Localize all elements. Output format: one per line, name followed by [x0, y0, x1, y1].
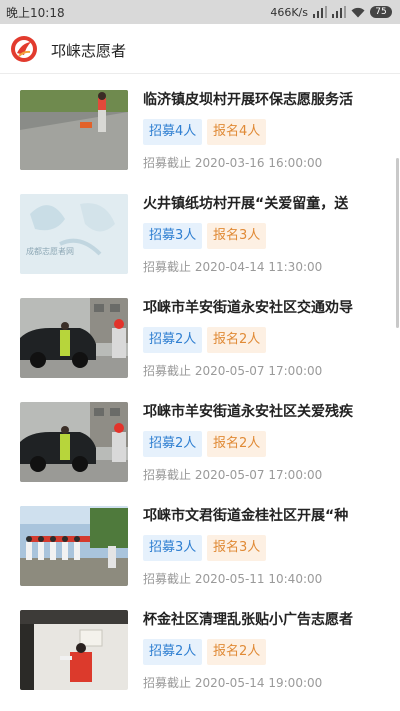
network-speed: 466K/s	[270, 5, 308, 19]
signup-badge: 报名2人	[207, 639, 267, 665]
activity-deadline: 招募截止 2020-05-07 17:00:00	[143, 468, 323, 482]
activity-thumbnail	[20, 298, 128, 378]
activity-title: 邛崃市文君街道金桂社区开展“种	[143, 508, 349, 524]
wifi-icon	[351, 7, 365, 17]
activity-deadline: 招募截止 2020-05-14 19:00:00	[143, 676, 323, 690]
activity-thumbnail	[20, 506, 128, 586]
activity-thumbnail	[20, 610, 128, 690]
signal-icon	[313, 6, 327, 18]
signup-badge: 报名3人	[207, 223, 267, 249]
activity-deadline: 招募截止 2020-05-11 10:40:00	[143, 572, 323, 586]
thumbnail-watermark: 成都志愿者网	[26, 247, 74, 256]
activity-title: 杯金社区清理乱张贴小广告志愿者	[143, 612, 353, 628]
recruit-badge: 招募3人	[143, 535, 203, 561]
activity-deadline: 招募截止 2020-03-16 16:00:00	[143, 156, 323, 170]
activity-thumbnail	[20, 90, 128, 170]
activity-title: 邛崃市羊安街道永安社区关爱残疾	[143, 404, 353, 420]
battery-icon: 75	[370, 6, 392, 18]
signup-badge: 报名2人	[207, 327, 267, 353]
activity-deadline: 招募截止 2020-04-14 11:30:00	[143, 260, 323, 274]
activity-item[interactable]: 成都志愿者网 火井镇纸坊村开展“关爱留童，送 招募3人 报名3人 招募截止 20…	[0, 180, 400, 284]
activity-thumbnail	[20, 402, 128, 482]
activity-title: 邛崃市羊安街道永安社区交通劝导	[143, 300, 353, 316]
activity-title: 火井镇纸坊村开展“关爱留童，送	[143, 196, 349, 212]
status-bar: 晚上10:18 466K/s 75	[0, 0, 400, 24]
recruit-badge: 招募2人	[143, 327, 203, 353]
status-time: 晚上10:18	[6, 6, 65, 20]
activity-title: 临济镇皮坝村开展环保志愿服务活	[143, 92, 353, 108]
recruit-badge: 招募3人	[143, 223, 203, 249]
status-indicators: 466K/s 75	[270, 4, 392, 20]
activity-item[interactable]: 邛崃市羊安街道永安社区关爱残疾 招募2人 报名2人 招募截止 2020-05-0…	[0, 388, 400, 492]
recruit-badge: 招募4人	[143, 119, 203, 145]
recruit-badge: 招募2人	[143, 431, 203, 457]
signal-icon-2	[332, 6, 346, 18]
activity-deadline: 招募截止 2020-05-07 17:00:00	[143, 364, 323, 378]
signup-badge: 报名4人	[207, 119, 267, 145]
logo-icon	[11, 36, 37, 62]
signup-badge: 报名3人	[207, 535, 267, 561]
activity-item[interactable]: 邛崃市羊安街道永安社区交通劝导 招募2人 报名2人 招募截止 2020-05-0…	[0, 284, 400, 388]
activity-item[interactable]: 邛崃市文君街道金桂社区开展“种 招募3人 报名3人 招募截止 2020-05-1…	[0, 492, 400, 596]
activity-thumbnail: 成都志愿者网	[20, 194, 128, 274]
signup-badge: 报名2人	[207, 431, 267, 457]
activity-item[interactable]: 临济镇皮坝村开展环保志愿服务活 招募4人 报名4人 招募截止 2020-03-1…	[0, 76, 400, 180]
app-bar: 邛崃志愿者	[0, 24, 400, 74]
scrollbar[interactable]	[396, 158, 399, 328]
recruit-badge: 招募2人	[143, 639, 203, 665]
activity-list[interactable]: 临济镇皮坝村开展环保志愿服务活 招募4人 报名4人 招募截止 2020-03-1…	[0, 76, 400, 711]
app-title: 邛崃志愿者	[51, 42, 127, 60]
activity-item[interactable]: 杯金社区清理乱张贴小广告志愿者 招募2人 报名2人 招募截止 2020-05-1…	[0, 596, 400, 700]
